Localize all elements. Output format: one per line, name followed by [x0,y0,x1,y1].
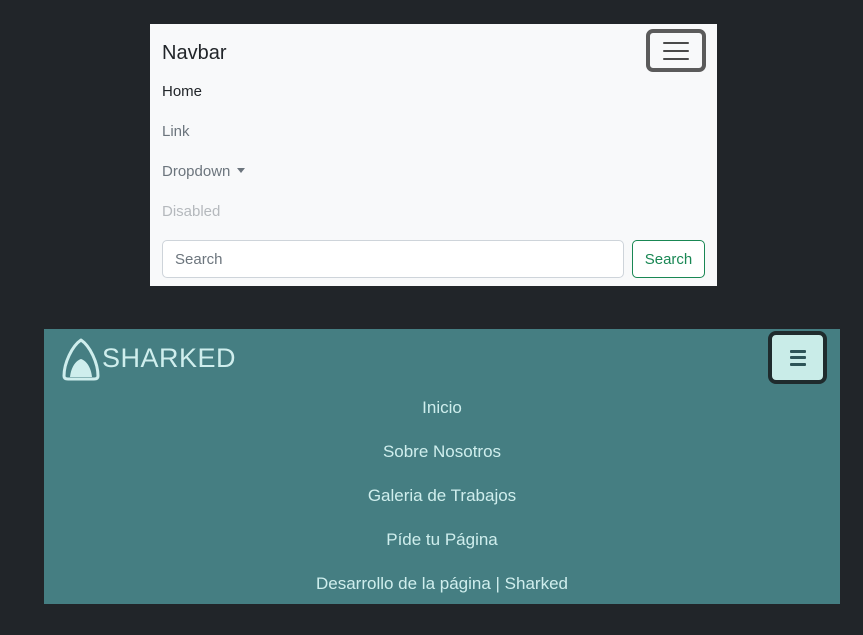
bootstrap-navbar: Navbar Home Link Dropdown Disabled Searc… [150,24,717,286]
search-button[interactable]: Search [632,240,705,278]
navbar-toggler-button[interactable] [646,29,706,72]
nav-link-sobre-nosotros[interactable]: Sobre Nosotros [44,441,840,463]
sharked-navbar: SHARKED Inicio Sobre Nosotros Galeria de… [44,329,840,604]
search-input[interactable] [162,240,624,278]
hamburger-icon [789,349,806,366]
nav-dropdown-label: Dropdown [162,163,231,180]
nav-link-inicio[interactable]: Inicio [44,397,840,419]
nav-dropdown-toggle[interactable]: Dropdown [162,162,246,182]
nav-link-home[interactable]: Home [162,82,202,102]
nav-link-disabled: Disabled [162,203,221,220]
nav-link-desarrollo[interactable]: Desarrollo de la página | Sharked [44,573,840,595]
caret-down-icon [237,168,246,173]
nav-link-link[interactable]: Link [162,122,190,142]
hamburger-icon [663,41,689,60]
navbar-brand[interactable]: Navbar [162,41,226,65]
nav-link-galeria-de-trabajos[interactable]: Galeria de Trabajos [44,485,840,507]
nav-link-pide-tu-pagina[interactable]: Píde tu Página [44,529,840,551]
shark-fin-icon[interactable] [60,337,102,381]
sharked-brand[interactable]: SHARKED [102,342,236,374]
sharked-menu-toggler[interactable] [768,331,827,384]
